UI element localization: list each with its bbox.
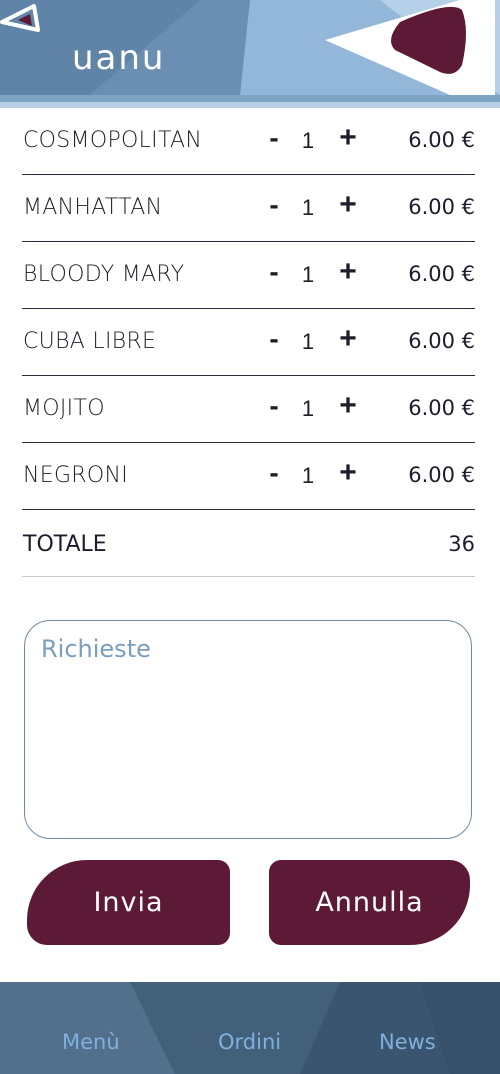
item-quantity: 1	[301, 128, 315, 153]
bottom-navigation: Menù Ordini News	[0, 982, 500, 1074]
increase-quantity-button[interactable]: +	[336, 123, 360, 153]
order-item-row: COSMOPOLITAN - 1 + 6.00 €	[22, 108, 475, 175]
order-item-row: NEGRONI - 1 + 6.00 €	[22, 443, 475, 510]
item-name: MOJITO	[23, 396, 105, 421]
item-name: BLOODY MARY	[23, 262, 185, 287]
item-price: 6.00 €	[408, 463, 475, 487]
increase-quantity-button[interactable]: +	[336, 458, 360, 488]
item-price: 6.00 €	[408, 262, 475, 286]
order-list: COSMOPOLITAN - 1 + 6.00 € MANHATTAN - 1 …	[22, 108, 475, 577]
increase-quantity-button[interactable]: +	[336, 324, 360, 354]
item-quantity: 1	[301, 329, 315, 354]
decrease-quantity-button[interactable]: -	[264, 391, 284, 421]
total-label: TOTALE	[23, 532, 107, 557]
increase-quantity-button[interactable]: +	[336, 190, 360, 220]
item-price: 6.00 €	[408, 396, 475, 420]
total-value: 36	[448, 532, 475, 556]
brand-logo-text: uanu	[72, 38, 166, 78]
decrease-quantity-button[interactable]: -	[264, 190, 284, 220]
decrease-quantity-button[interactable]: -	[264, 458, 284, 488]
item-quantity: 1	[301, 195, 315, 220]
requests-textarea[interactable]	[24, 620, 472, 839]
item-name: NEGRONI	[23, 463, 129, 488]
order-item-row: MOJITO - 1 + 6.00 €	[22, 376, 475, 443]
decrease-quantity-button[interactable]: -	[264, 123, 284, 153]
item-price: 6.00 €	[408, 329, 475, 353]
item-name: CUBA LIBRE	[23, 329, 157, 354]
nav-news-tab[interactable]: News	[379, 1030, 436, 1054]
cancel-button[interactable]: Annulla	[269, 860, 470, 945]
order-item-row: BLOODY MARY - 1 + 6.00 €	[22, 242, 475, 309]
total-row: TOTALE 36	[22, 510, 475, 577]
nav-orders-tab[interactable]: Ordini	[218, 1030, 281, 1054]
increase-quantity-button[interactable]: +	[336, 391, 360, 421]
app-header: uanu	[0, 0, 500, 108]
brand-logo-icon	[0, 4, 40, 32]
item-quantity: 1	[301, 463, 315, 488]
send-button[interactable]: Invia	[27, 860, 230, 945]
nav-menu-tab[interactable]: Menù	[62, 1030, 120, 1054]
order-item-row: MANHATTAN - 1 + 6.00 €	[22, 175, 475, 242]
item-quantity: 1	[301, 396, 315, 421]
increase-quantity-button[interactable]: +	[336, 257, 360, 287]
item-name: COSMOPOLITAN	[23, 128, 203, 153]
item-quantity: 1	[301, 262, 315, 287]
bottom-nav-background	[0, 982, 500, 1074]
item-price: 6.00 €	[408, 128, 475, 152]
order-item-row: CUBA LIBRE - 1 + 6.00 €	[22, 309, 475, 376]
item-price: 6.00 €	[408, 195, 475, 219]
decrease-quantity-button[interactable]: -	[264, 257, 284, 287]
item-name: MANHATTAN	[23, 195, 163, 220]
decrease-quantity-button[interactable]: -	[264, 324, 284, 354]
